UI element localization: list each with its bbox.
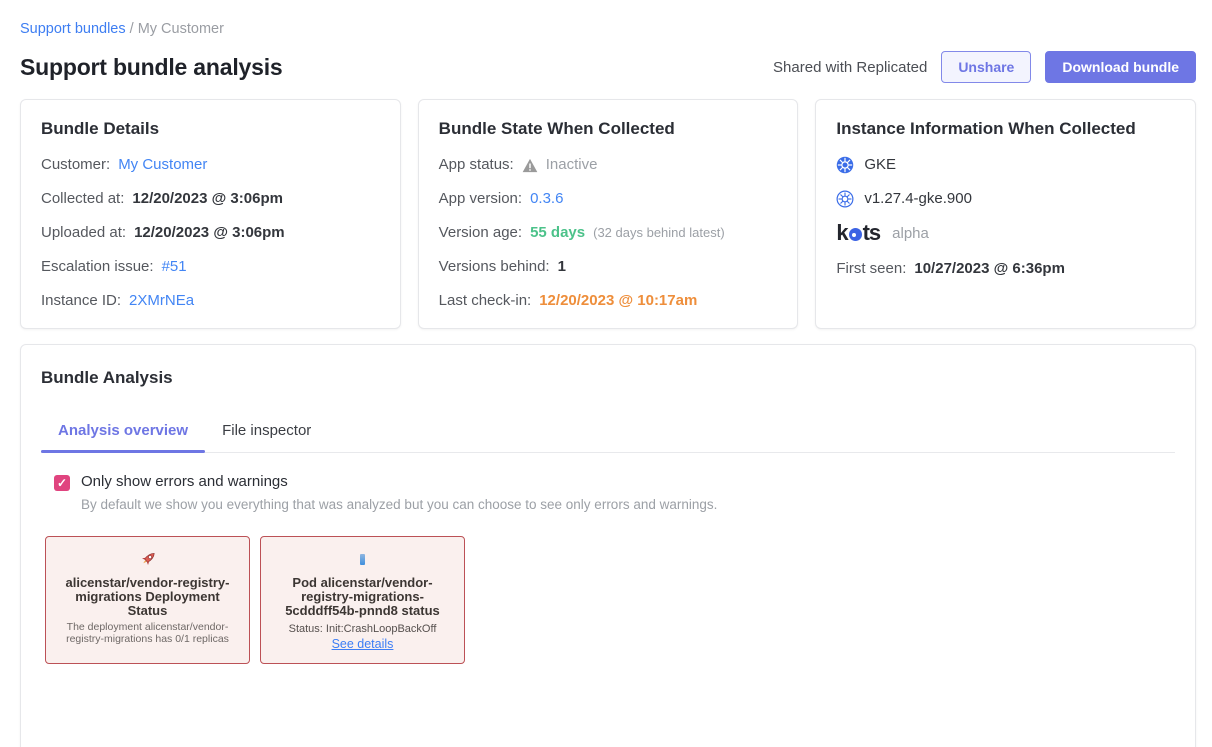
customer-link[interactable]: My Customer bbox=[118, 156, 207, 174]
kots-row: kts alpha bbox=[836, 222, 1175, 244]
first-seen-row: First seen: 10/27/2023 @ 6:36pm bbox=[836, 260, 1175, 278]
tab-analysis-overview[interactable]: Analysis overview bbox=[41, 414, 205, 452]
instance-id-link[interactable]: 2XMrNEa bbox=[129, 292, 194, 310]
page-title: Support bundle analysis bbox=[20, 54, 283, 81]
app-version-link[interactable]: 0.3.6 bbox=[530, 190, 563, 208]
versions-behind-value: 1 bbox=[558, 258, 566, 276]
customer-label: Customer: bbox=[41, 156, 110, 174]
instance-info-title: Instance Information When Collected bbox=[836, 118, 1175, 140]
deployment-status-issue-card[interactable]: alicenstar/vendor-registry-migrations De… bbox=[45, 536, 250, 664]
pod-icon bbox=[360, 554, 365, 565]
page-header: Support bundle analysis Shared with Repl… bbox=[20, 51, 1196, 83]
download-bundle-button[interactable]: Download bundle bbox=[1045, 51, 1196, 83]
kots-version-value: alpha bbox=[892, 225, 929, 242]
app-version-label: App version: bbox=[439, 190, 522, 208]
app-status-value: Inactive bbox=[546, 156, 598, 174]
issue-title: alicenstar/vendor-registry-migrations De… bbox=[56, 576, 239, 618]
tab-file-inspector[interactable]: File inspector bbox=[205, 414, 328, 452]
uploaded-at-row: Uploaded at: 12/20/2023 @ 3:06pm bbox=[41, 224, 380, 242]
versions-behind-row: Versions behind: 1 bbox=[439, 258, 778, 276]
escalation-issue-label: Escalation issue: bbox=[41, 258, 154, 276]
last-checkin-label: Last check-in: bbox=[439, 292, 532, 310]
issue-title: Pod alicenstar/vendor-registry-migration… bbox=[271, 576, 454, 618]
app-status-row: App status: Inactive bbox=[439, 156, 778, 174]
collected-at-value: 12/20/2023 @ 3:06pm bbox=[132, 190, 283, 208]
uploaded-at-label: Uploaded at: bbox=[41, 224, 126, 242]
filter-label[interactable]: Only show errors and warnings bbox=[81, 473, 717, 490]
only-errors-checkbox[interactable] bbox=[54, 475, 70, 491]
kots-logo-o-icon bbox=[849, 228, 862, 241]
instance-id-row: Instance ID: 2XMrNEa bbox=[41, 292, 380, 310]
distribution-value: GKE bbox=[864, 156, 896, 174]
app-status-label: App status: bbox=[439, 156, 514, 174]
instance-id-label: Instance ID: bbox=[41, 292, 121, 310]
collected-at-label: Collected at: bbox=[41, 190, 124, 208]
filter-text: Only show errors and warnings By default… bbox=[81, 473, 717, 512]
uploaded-at-value: 12/20/2023 @ 3:06pm bbox=[134, 224, 285, 242]
issue-status-text: Status: Init:CrashLoopBackOff bbox=[271, 623, 454, 635]
warning-icon bbox=[522, 158, 538, 173]
errors-warnings-filter: Only show errors and warnings By default… bbox=[54, 473, 1175, 512]
breadcrumb: Support bundles / My Customer bbox=[20, 21, 1196, 37]
k8s-version-row: v1.27.4-gke.900 bbox=[836, 190, 1175, 208]
unshare-button[interactable]: Unshare bbox=[941, 51, 1031, 83]
shared-status-text: Shared with Replicated bbox=[773, 59, 927, 76]
bundle-analysis-title: Bundle Analysis bbox=[41, 367, 1175, 389]
first-seen-value: 10/27/2023 @ 6:36pm bbox=[914, 260, 1065, 278]
k8s-version-value: v1.27.4-gke.900 bbox=[864, 190, 972, 208]
issue-icon-wrap bbox=[271, 548, 454, 570]
kubernetes-icon bbox=[836, 156, 854, 174]
escalation-issue-link[interactable]: #51 bbox=[162, 258, 187, 276]
filter-description: By default we show you everything that w… bbox=[81, 497, 717, 512]
distribution-row: GKE bbox=[836, 156, 1175, 174]
app-version-row: App version: 0.3.6 bbox=[439, 190, 778, 208]
breadcrumb-support-bundles-link[interactable]: Support bundles bbox=[20, 21, 126, 37]
version-age-suffix: (32 days behind latest) bbox=[593, 224, 725, 242]
bundle-details-card: Bundle Details Customer: My Customer Col… bbox=[20, 99, 401, 329]
bundle-analysis-card: Bundle Analysis Analysis overview File i… bbox=[20, 344, 1196, 747]
last-checkin-value: 12/20/2023 @ 10:17am bbox=[539, 292, 697, 310]
kubernetes-version-icon bbox=[836, 190, 854, 208]
versions-behind-label: Versions behind: bbox=[439, 258, 550, 276]
header-actions: Shared with Replicated Unshare Download … bbox=[773, 51, 1196, 83]
issue-icon-wrap bbox=[56, 548, 239, 570]
version-age-value: 55 days bbox=[530, 224, 585, 242]
bundle-state-card: Bundle State When Collected App status: … bbox=[418, 99, 799, 329]
breadcrumb-current: My Customer bbox=[138, 21, 224, 37]
version-age-row: Version age: 55 days (32 days behind lat… bbox=[439, 224, 778, 242]
customer-row: Customer: My Customer bbox=[41, 156, 380, 174]
collected-at-row: Collected at: 12/20/2023 @ 3:06pm bbox=[41, 190, 380, 208]
breadcrumb-separator: / bbox=[130, 21, 134, 37]
issue-description: The deployment alicenstar/vendor-registr… bbox=[56, 622, 239, 645]
support-bundle-analysis-page: Support bundles / My Customer Support bu… bbox=[0, 0, 1212, 747]
rocket-icon bbox=[138, 549, 158, 569]
instance-info-card: Instance Information When Collected GKE bbox=[815, 99, 1196, 329]
last-checkin-row: Last check-in: 12/20/2023 @ 10:17am bbox=[439, 292, 778, 310]
analysis-tabs: Analysis overview File inspector bbox=[41, 414, 1175, 453]
bundle-details-title: Bundle Details bbox=[41, 118, 380, 140]
pod-status-issue-card[interactable]: Pod alicenstar/vendor-registry-migration… bbox=[260, 536, 465, 664]
escalation-issue-row: Escalation issue: #51 bbox=[41, 258, 380, 276]
analysis-issues-row: alicenstar/vendor-registry-migrations De… bbox=[45, 536, 1175, 664]
first-seen-label: First seen: bbox=[836, 260, 906, 278]
see-details-link[interactable]: See details bbox=[332, 637, 394, 651]
version-age-label: Version age: bbox=[439, 224, 522, 242]
summary-cards-row: Bundle Details Customer: My Customer Col… bbox=[20, 99, 1196, 329]
bundle-state-title: Bundle State When Collected bbox=[439, 118, 778, 140]
kots-logo: kts bbox=[836, 222, 880, 244]
